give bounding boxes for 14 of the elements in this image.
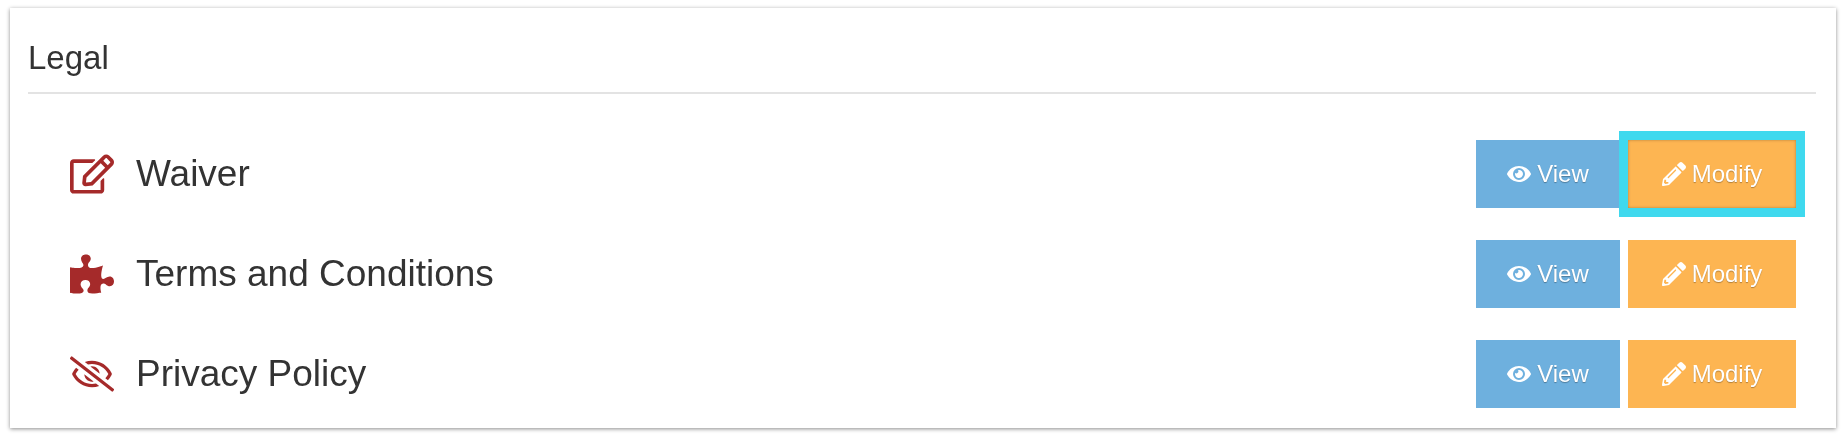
modify-button[interactable]: Modify: [1628, 340, 1796, 408]
modify-button[interactable]: Modify: [1628, 240, 1796, 308]
view-button[interactable]: View: [1476, 140, 1620, 208]
section-title: Legal: [28, 36, 1816, 94]
view-button[interactable]: View: [1476, 240, 1620, 308]
pencil-icon: [1661, 262, 1686, 286]
pencil-icon: [1661, 362, 1686, 386]
view-button[interactable]: View: [1476, 340, 1620, 408]
document-name: Terms and Conditions: [136, 253, 495, 295]
edit-icon: [70, 152, 114, 196]
document-name: Privacy Policy: [136, 353, 368, 395]
puzzle-icon: [70, 252, 114, 296]
document-name: Waiver: [136, 153, 251, 195]
pencil-icon: [1661, 162, 1686, 186]
